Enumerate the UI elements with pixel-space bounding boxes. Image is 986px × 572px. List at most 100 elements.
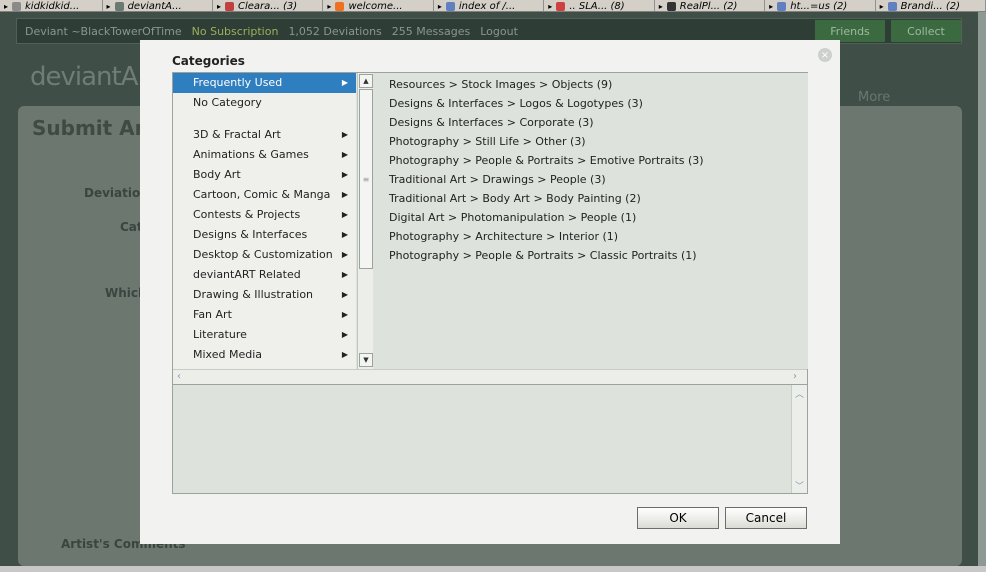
subcategory-item[interactable]: Designs & Interfaces > Corporate (3): [374, 113, 808, 132]
ok-button[interactable]: OK: [637, 507, 719, 529]
scroll-left-icon[interactable]: ‹: [177, 371, 181, 382]
browser-tab[interactable]: ▸ kidkidkid...: [0, 0, 103, 12]
browser-tab[interactable]: ▸ deviantA...: [103, 0, 213, 11]
category-item[interactable]: Frequently Used ▶: [173, 73, 356, 93]
desc-scroll-up-icon[interactable]: ︿: [795, 387, 804, 400]
subcategory-item[interactable]: Resources > Stock Images > Objects (9): [374, 75, 808, 94]
category-label: deviantART Related: [193, 268, 301, 281]
deviations-count[interactable]: 1,052 Deviations: [288, 25, 381, 38]
subcategory-item[interactable]: Photography > Architecture > Interior (1…: [374, 227, 808, 246]
category-label: Contests & Projects: [193, 208, 301, 221]
chevron-right-icon: ▶: [341, 150, 348, 159]
wikipedia-icon: [666, 1, 676, 11]
subcategory-item[interactable]: Photography > People & Portraits > Class…: [374, 246, 808, 265]
scroll-thumb[interactable]: ≡: [359, 89, 373, 269]
horizontal-scrollbar[interactable]: ‹ ›: [173, 369, 807, 385]
chevron-right-icon: ▶: [341, 250, 348, 259]
page-icon: [777, 1, 787, 11]
category-label: Body Art: [193, 168, 241, 181]
browser-tab[interactable]: ▸ welcome...: [323, 0, 434, 12]
tab-label: ht...=us (2): [790, 0, 848, 12]
category-label: Mixed Media: [193, 348, 263, 361]
category-item[interactable]: Animations & Games ▶: [173, 145, 356, 165]
subcategory-item[interactable]: Traditional Art > Body Art > Body Painti…: [374, 189, 808, 208]
chevron-right-icon: ▶: [341, 130, 348, 139]
subcategory-list: Resources > Stock Images > Objects (9) De…: [374, 73, 808, 369]
cancel-button[interactable]: Cancel: [725, 507, 807, 529]
tab-arrow-icon: ▸: [879, 1, 884, 11]
browser-tab[interactable]: ▸ index of /...: [434, 0, 545, 11]
category-browser: Frequently Used ▶ No Category 3D & Fractal …: [172, 72, 808, 494]
category-item[interactable]: deviantART Related ▶: [173, 265, 356, 285]
categories-dialog: Categories × Frequently Used ▶ No Category…: [140, 40, 840, 544]
tab-arrow-icon: ▸: [658, 1, 663, 11]
browser-tab[interactable]: ▸ ht...=us (2): [765, 0, 876, 12]
tab-arrow-icon: ▸: [548, 1, 553, 11]
blogger-icon: [335, 1, 345, 11]
category-item[interactable]: Literature ▶: [173, 325, 356, 345]
username[interactable]: Deviant ~BlackTowerOfTime: [25, 25, 182, 38]
browser-tab[interactable]: ▸ Cleara... (3): [213, 0, 324, 12]
browser-tab[interactable]: ▸ .. SLA... (8): [544, 0, 655, 12]
page-icon: [225, 1, 234, 11]
deviantart-icon: [114, 1, 124, 11]
chevron-right-icon: ▶: [341, 170, 348, 179]
subcategory-item[interactable]: Photography > Still Life > Other (3): [374, 132, 808, 151]
subcategory-item[interactable]: Traditional Art > Drawings > People (3): [374, 170, 808, 189]
category-label: Desktop & Customization: [193, 248, 333, 261]
tab-label: welcome...: [348, 0, 403, 12]
browser-tab[interactable]: ▸ RealPl... (2): [655, 0, 766, 11]
category-item[interactable]: Cartoon, Comic & Manga ▶: [173, 185, 356, 205]
category-item[interactable]: Designs & Interfaces ▶: [173, 225, 356, 245]
category-item[interactable]: Desktop & Customization ▶: [173, 245, 356, 265]
page-scrollbar[interactable]: [978, 12, 986, 572]
category-label: Designs & Interfaces: [193, 228, 308, 241]
collect-button[interactable]: Collect: [891, 20, 961, 42]
tab-arrow-icon: ▸: [437, 1, 442, 11]
friends-button[interactable]: Friends: [815, 20, 885, 42]
chevron-right-icon: ▶: [341, 78, 348, 87]
logout-link[interactable]: Logout: [480, 25, 518, 38]
page-icon: [12, 1, 22, 11]
scroll-up-icon[interactable]: ▲: [359, 74, 373, 88]
category-item[interactable]: Body Art ▶: [173, 165, 356, 185]
category-label: Fan Art: [193, 308, 232, 321]
description-scrollbar[interactable]: ︿ ﹀: [791, 385, 807, 493]
page-icon: [887, 1, 897, 11]
desc-scroll-down-icon[interactable]: ﹀: [795, 479, 804, 492]
scroll-down-icon[interactable]: ▼: [359, 353, 373, 367]
tab-label: .. SLA... (8): [569, 0, 625, 12]
page-icon: [445, 1, 455, 11]
chevron-right-icon: ▶: [341, 270, 348, 279]
close-icon[interactable]: ×: [818, 48, 832, 62]
tab-arrow-icon: ▸: [106, 1, 111, 11]
subcategory-item[interactable]: Designs & Interfaces > Logos & Logotypes…: [374, 94, 808, 113]
chevron-right-icon: ▶: [341, 290, 348, 299]
scroll-right-icon[interactable]: ›: [793, 371, 797, 382]
category-label: Animations & Games: [193, 148, 309, 161]
category-list-scrollbar[interactable]: ▲ ≡ ▼: [357, 73, 373, 369]
category-item[interactable]: Contests & Projects ▶: [173, 205, 356, 225]
tab-label: Cleara... (3): [238, 0, 298, 12]
category-item[interactable]: Mixed Media ▶: [173, 345, 356, 365]
chevron-right-icon: ▶: [341, 210, 348, 219]
category-label: Literature: [193, 328, 247, 341]
tab-label: kidkidkid...: [25, 0, 80, 12]
chevron-right-icon: ▶: [341, 190, 348, 199]
subcategory-item[interactable]: Digital Art > Photomanipulation > People…: [374, 208, 808, 227]
top-category-list: Frequently Used ▶ No Category 3D & Fractal …: [173, 73, 356, 369]
subscription-status[interactable]: No Subscription: [192, 25, 279, 38]
messages-count[interactable]: 255 Messages: [392, 25, 470, 38]
category-item[interactable]: 3D & Fractal Art ▶: [173, 125, 356, 145]
category-item[interactable]: Drawing & Illustration ▶: [173, 285, 356, 305]
category-item[interactable]: No Category: [173, 93, 356, 113]
category-label: 3D & Fractal Art: [193, 128, 281, 141]
subcategory-item[interactable]: Photography > People & Portraits > Emoti…: [374, 151, 808, 170]
tab-arrow-icon: ▸: [216, 1, 221, 11]
deviation-label: Deviatio: [84, 186, 141, 200]
more-menu[interactable]: More: [858, 90, 890, 105]
category-item[interactable]: Fan Art ▶: [173, 305, 356, 325]
browser-tab[interactable]: ▸ Brandi... (2): [876, 0, 986, 11]
chevron-right-icon: ▶: [341, 350, 348, 359]
